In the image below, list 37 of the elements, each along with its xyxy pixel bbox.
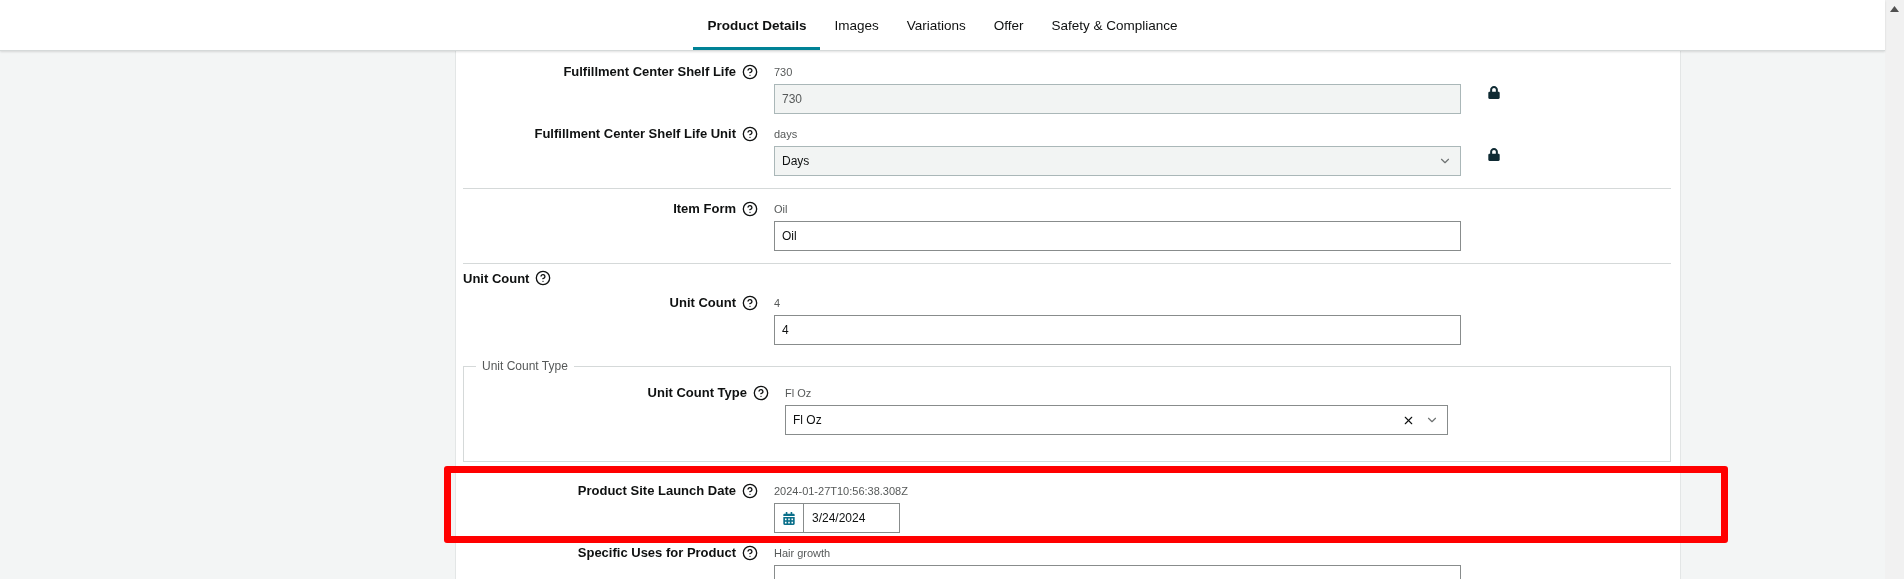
scroll-up-icon[interactable] <box>1890 6 1899 12</box>
field-label: Product Site Launch Date <box>577 483 736 499</box>
tab[interactable]: Images <box>820 3 893 50</box>
help-icon[interactable] <box>742 545 758 561</box>
help-icon[interactable] <box>742 201 758 217</box>
field-hint: Fl Oz <box>785 386 813 401</box>
help-icon[interactable] <box>753 385 769 401</box>
field-label: Specific Uses for Product <box>577 545 736 561</box>
field-label: Unit Count Type <box>647 385 747 401</box>
date-field[interactable]: 3/24/2024 <box>774 503 900 533</box>
help-icon[interactable] <box>742 295 758 311</box>
field-hint: days <box>774 127 799 142</box>
dropdown[interactable]: Days <box>774 146 1461 176</box>
field-hint: Oil <box>774 202 789 217</box>
scrollbar[interactable] <box>1885 0 1904 579</box>
help-icon[interactable] <box>535 270 552 286</box>
text-field[interactable]: Oil <box>774 221 1461 251</box>
field-hint: 4 <box>774 296 782 311</box>
help-icon[interactable] <box>742 483 758 499</box>
calendar-icon <box>783 511 795 525</box>
field-hint: 2024-01-27T10:56:38.308Z <box>774 484 909 499</box>
dropdown[interactable]: Fl Oz <box>785 405 1448 435</box>
section-heading: Unit Count <box>463 270 530 286</box>
text-field[interactable]: 4 <box>774 315 1461 345</box>
tab[interactable]: Offer <box>979 3 1038 50</box>
help-icon[interactable] <box>742 126 758 142</box>
group-legend: Unit Count Type <box>476 359 574 373</box>
field-label: Fulfillment Center Shelf Life Unit <box>534 126 736 142</box>
field-hint: 730 <box>774 65 794 80</box>
field-label: Item Form <box>673 201 736 217</box>
help-icon[interactable] <box>742 64 758 80</box>
text-field[interactable]: 730 <box>774 84 1461 114</box>
tab[interactable]: Safety & Compliance <box>1037 3 1192 50</box>
field-label: Fulfillment Center Shelf Life <box>563 64 736 80</box>
tab[interactable]: Variations <box>892 3 980 50</box>
field-label: Unit Count <box>669 295 736 311</box>
field-hint: Hair growth <box>774 546 832 561</box>
